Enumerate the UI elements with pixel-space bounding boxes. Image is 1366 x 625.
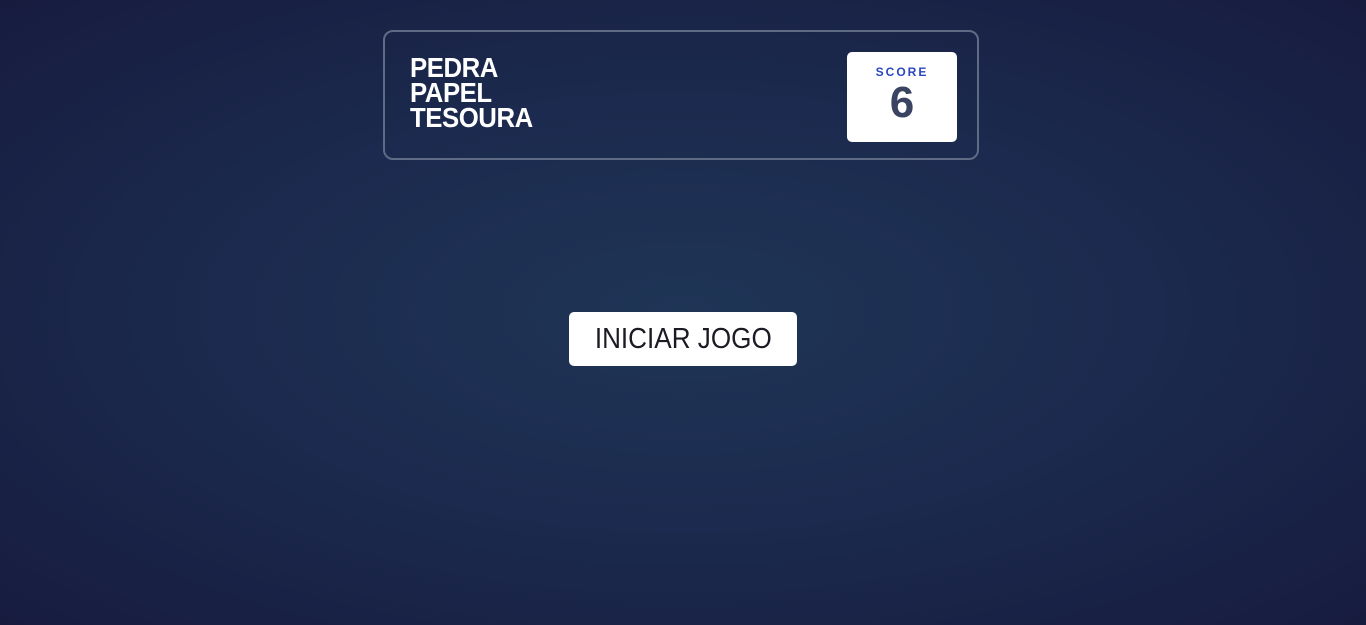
score-value: 6	[889, 78, 915, 127]
game-title: PEDRA PAPEL TESOURA	[410, 54, 533, 133]
game-header: PEDRA PAPEL TESOURA SCORE 6	[383, 30, 979, 160]
start-game-button[interactable]: INICIAR JOGO	[569, 312, 797, 366]
score-label: SCORE	[875, 65, 929, 79]
score-box: SCORE 6	[847, 52, 957, 142]
title-line-tesoura: TESOURA	[410, 102, 533, 133]
start-game-button-label: INICIAR JOGO	[594, 323, 772, 355]
